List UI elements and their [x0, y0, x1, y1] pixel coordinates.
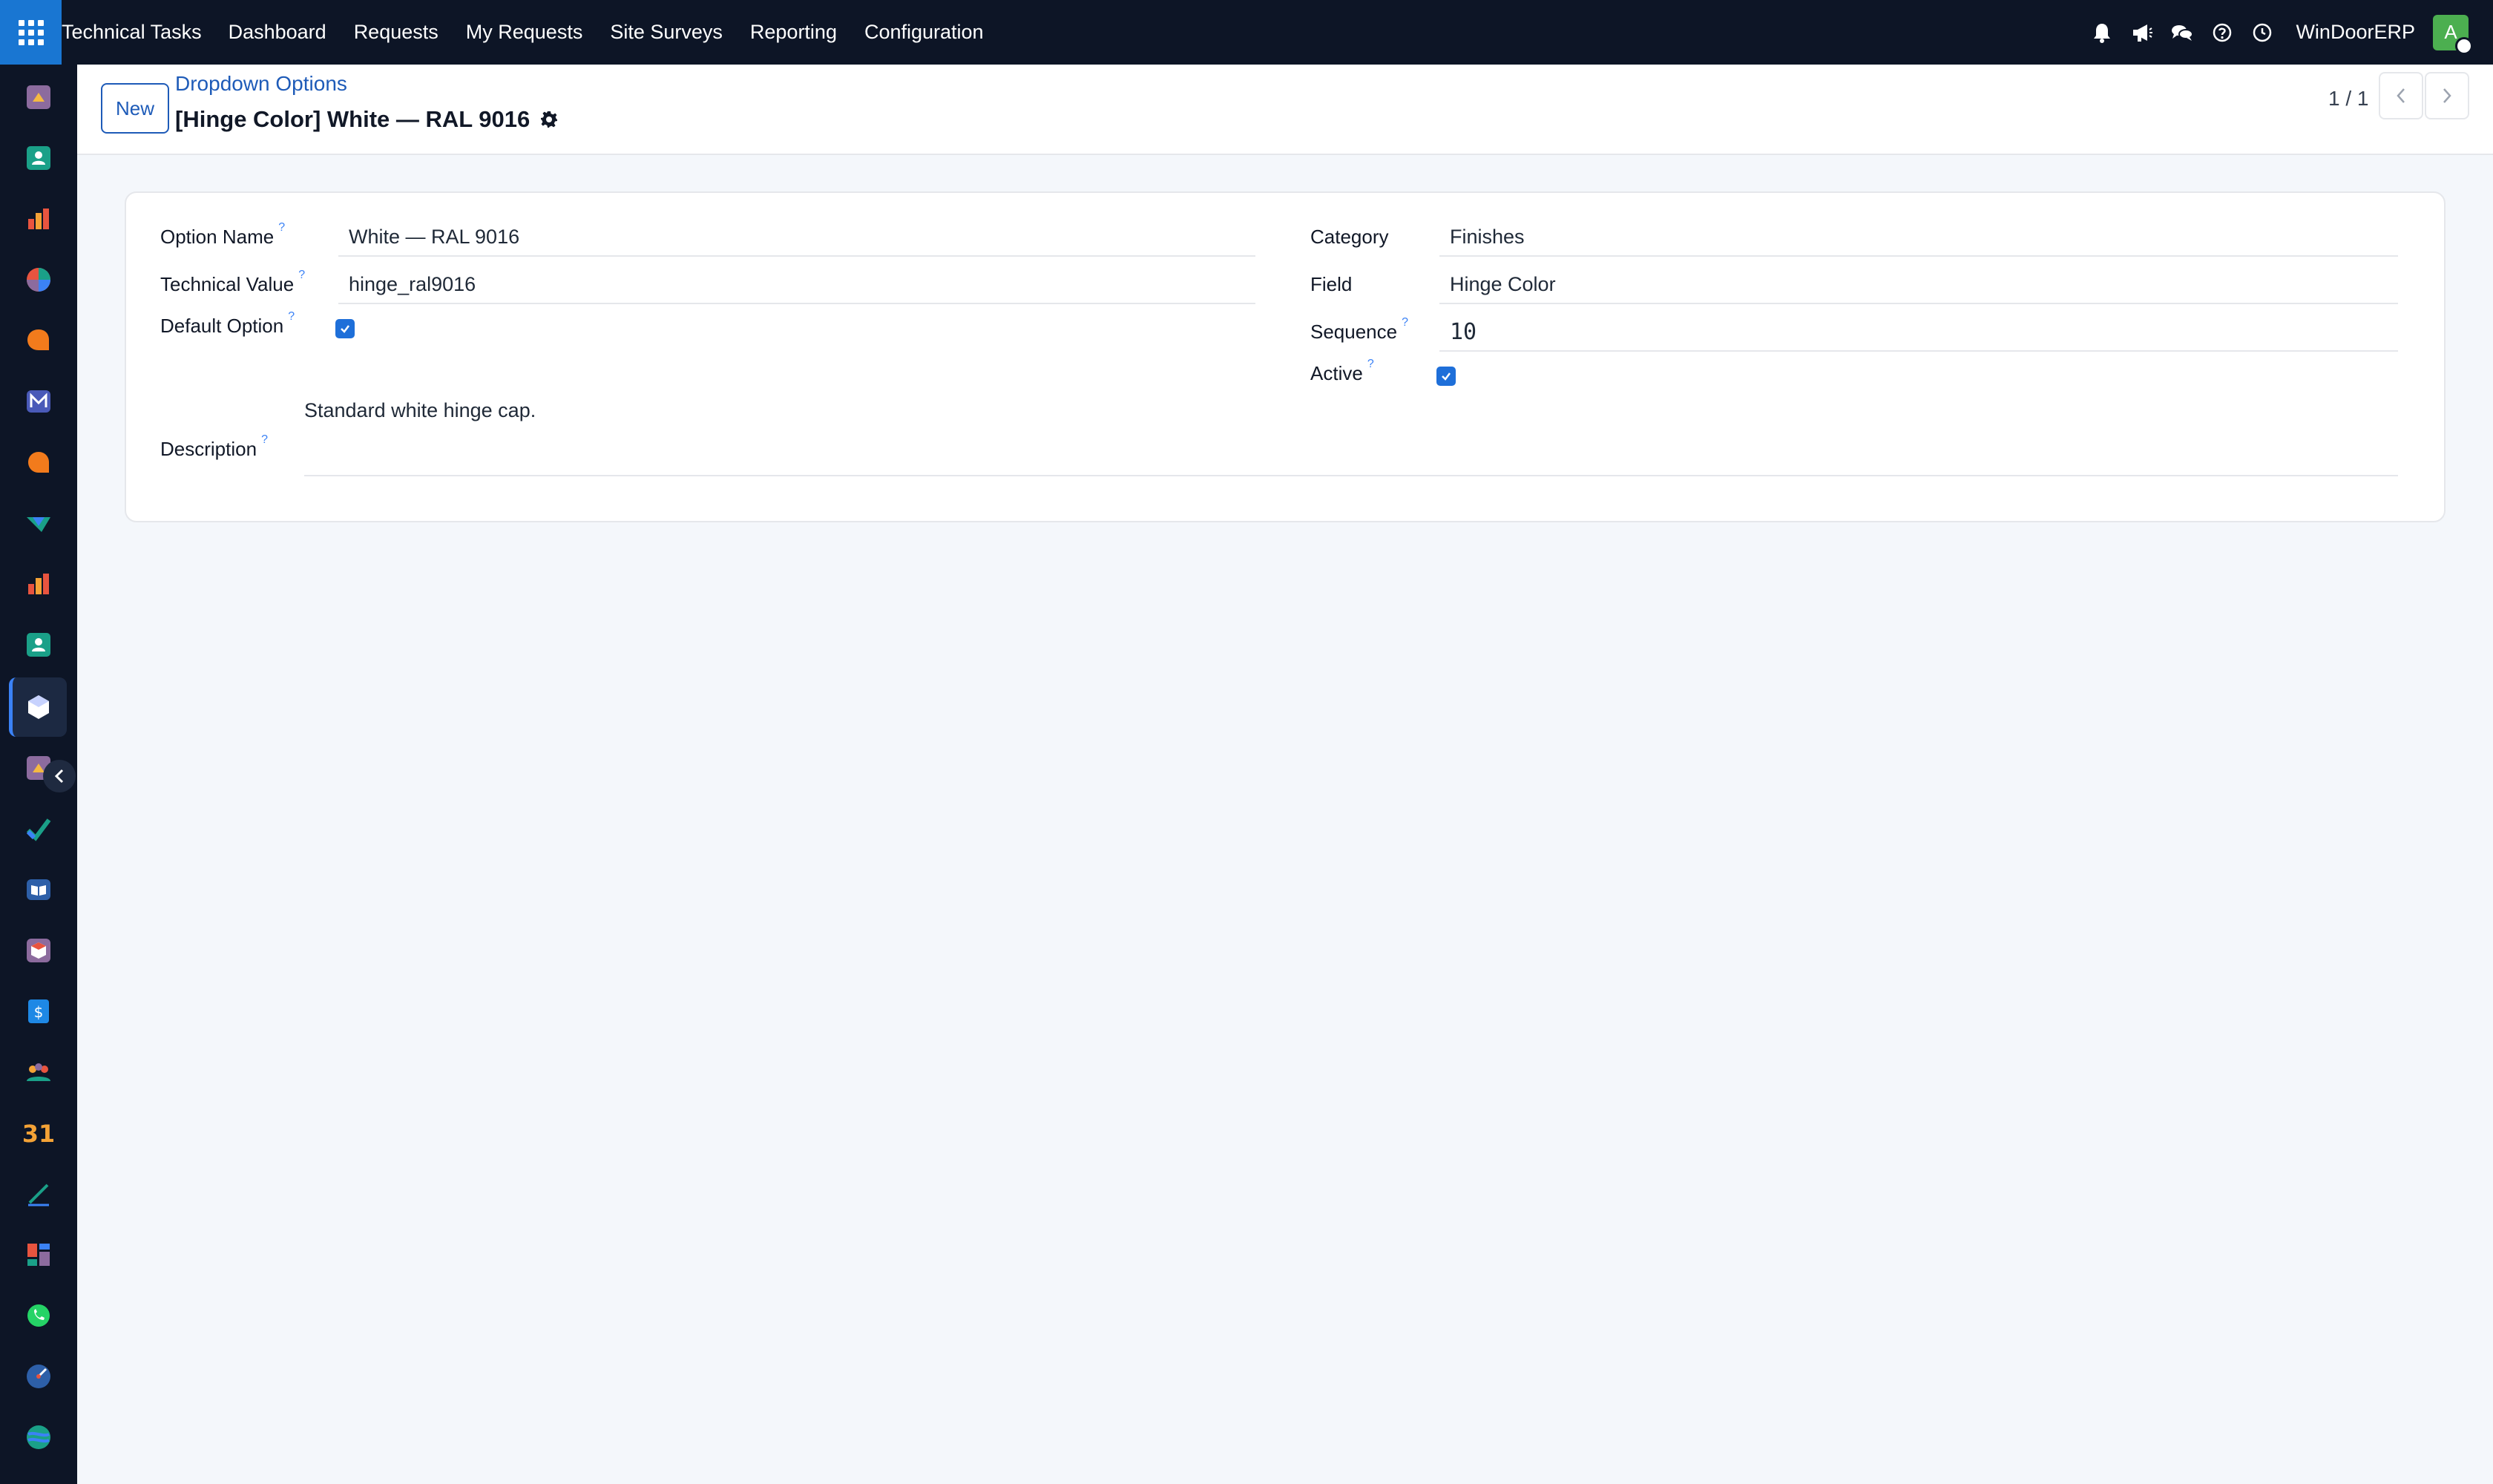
company-name[interactable]: WinDoorERP [2296, 21, 2415, 44]
checkmark-icon [1442, 372, 1451, 381]
checkmark-icon [341, 325, 349, 333]
breadcrumb[interactable]: Dropdown Options [175, 72, 347, 96]
contacts-icon[interactable] [24, 143, 53, 173]
menu-reporting[interactable]: Reporting [750, 21, 837, 44]
sidebar-collapse-button[interactable] [43, 760, 76, 792]
dashboards-icon[interactable] [24, 1240, 53, 1270]
app-1-icon[interactable] [24, 82, 53, 112]
website-icon[interactable] [24, 1422, 53, 1452]
record-title-text: [Hinge Color] White — RAL 9016 [175, 106, 531, 132]
product-icon[interactable] [24, 936, 53, 965]
help-icon[interactable] [2211, 22, 2233, 44]
chat-icon[interactable] [2171, 22, 2194, 44]
menu-configuration[interactable]: Configuration [864, 21, 984, 44]
default-option-checkbox[interactable] [335, 319, 355, 338]
chevron-left-icon [54, 769, 64, 784]
inventory-icon[interactable] [24, 569, 53, 599]
whatsapp-icon[interactable] [24, 1301, 53, 1330]
pager-value[interactable]: 1 / 1 [2328, 87, 2368, 111]
avatar[interactable]: A [2433, 14, 2473, 55]
menu-dashboard[interactable]: Dashboard [229, 21, 326, 44]
option-name-label: Option Name? [160, 221, 286, 248]
sequence-label: Sequence? [1310, 316, 1409, 343]
app-sidebar: $ 31 [0, 65, 77, 1484]
description-text: Standard white hinge cap. [304, 399, 536, 421]
main-menu: Dashboard Requests My Requests Site Surv… [229, 21, 1011, 44]
clock-app-icon[interactable] [24, 1362, 53, 1391]
gear-icon[interactable] [540, 111, 558, 128]
bell-icon[interactable] [2091, 22, 2113, 44]
app-name[interactable]: Technical Tasks [62, 21, 202, 44]
sign-icon[interactable] [24, 1179, 53, 1209]
active-label: Active? [1310, 358, 1374, 384]
control-panel: New Dropdown Options [Hinge Color] White… [77, 65, 2493, 155]
menu-my-requests[interactable]: My Requests [466, 21, 583, 44]
presence-dot [2455, 36, 2473, 55]
page-title: [Hinge Color] White — RAL 9016 [175, 106, 558, 133]
calendar-icon[interactable]: 31 [24, 1118, 53, 1148]
chevron-right-icon [2443, 88, 2451, 103]
technical-value-label: Technical Value? [160, 269, 306, 295]
pager-next-button[interactable] [2425, 72, 2469, 119]
app-switcher-button[interactable] [0, 0, 62, 65]
chevron-left-icon [2397, 88, 2405, 103]
menu-requests[interactable]: Requests [354, 21, 439, 44]
discuss-2-icon[interactable] [24, 447, 53, 477]
systray: WinDoorERP A [2091, 0, 2493, 65]
svg-text:31: 31 [24, 1120, 53, 1146]
field-label: Field [1310, 273, 1353, 295]
sales-icon[interactable] [24, 508, 53, 538]
reports-icon[interactable] [24, 204, 53, 234]
top-navbar: Technical Tasks Dashboard Requests My Re… [0, 0, 2493, 65]
invoice-icon[interactable]: $ [24, 997, 53, 1026]
svg-text:$: $ [34, 1003, 44, 1021]
grid-icon [18, 19, 44, 45]
pager-previous-button[interactable] [2379, 72, 2423, 119]
default-option-label: Default Option? [160, 310, 295, 337]
field-field[interactable]: Hinge Color [1439, 266, 2398, 304]
discuss-icon[interactable] [24, 326, 53, 355]
todo-icon[interactable] [24, 814, 53, 844]
description-field[interactable]: Standard white hinge cap. [304, 399, 2398, 476]
mail-icon[interactable] [24, 387, 53, 416]
clock-icon[interactable] [2251, 22, 2273, 44]
option-name-field[interactable]: White — RAL 9016 [338, 218, 1255, 257]
technical-tasks-icon[interactable] [24, 692, 53, 722]
new-button[interactable]: New [101, 83, 169, 134]
knowledge-icon[interactable] [24, 875, 53, 904]
menu-site-surveys[interactable]: Site Surveys [610, 21, 723, 44]
form-sheet: Option Name? White — RAL 9016 Technical … [125, 191, 2446, 522]
active-checkbox[interactable] [1436, 367, 1456, 386]
description-label: Description? [160, 433, 268, 460]
megaphone-icon[interactable] [2131, 22, 2153, 44]
technical-value-field[interactable]: hinge_ral9016 [338, 266, 1255, 304]
pie-icon[interactable] [24, 265, 53, 295]
employees-icon[interactable] [24, 630, 53, 660]
sequence-field[interactable]: 10 [1439, 313, 2398, 352]
category-field[interactable]: Finishes [1439, 218, 2398, 257]
category-label: Category [1310, 226, 1389, 248]
team-icon[interactable] [24, 1057, 53, 1087]
avatar-letter: A [2444, 21, 2457, 43]
